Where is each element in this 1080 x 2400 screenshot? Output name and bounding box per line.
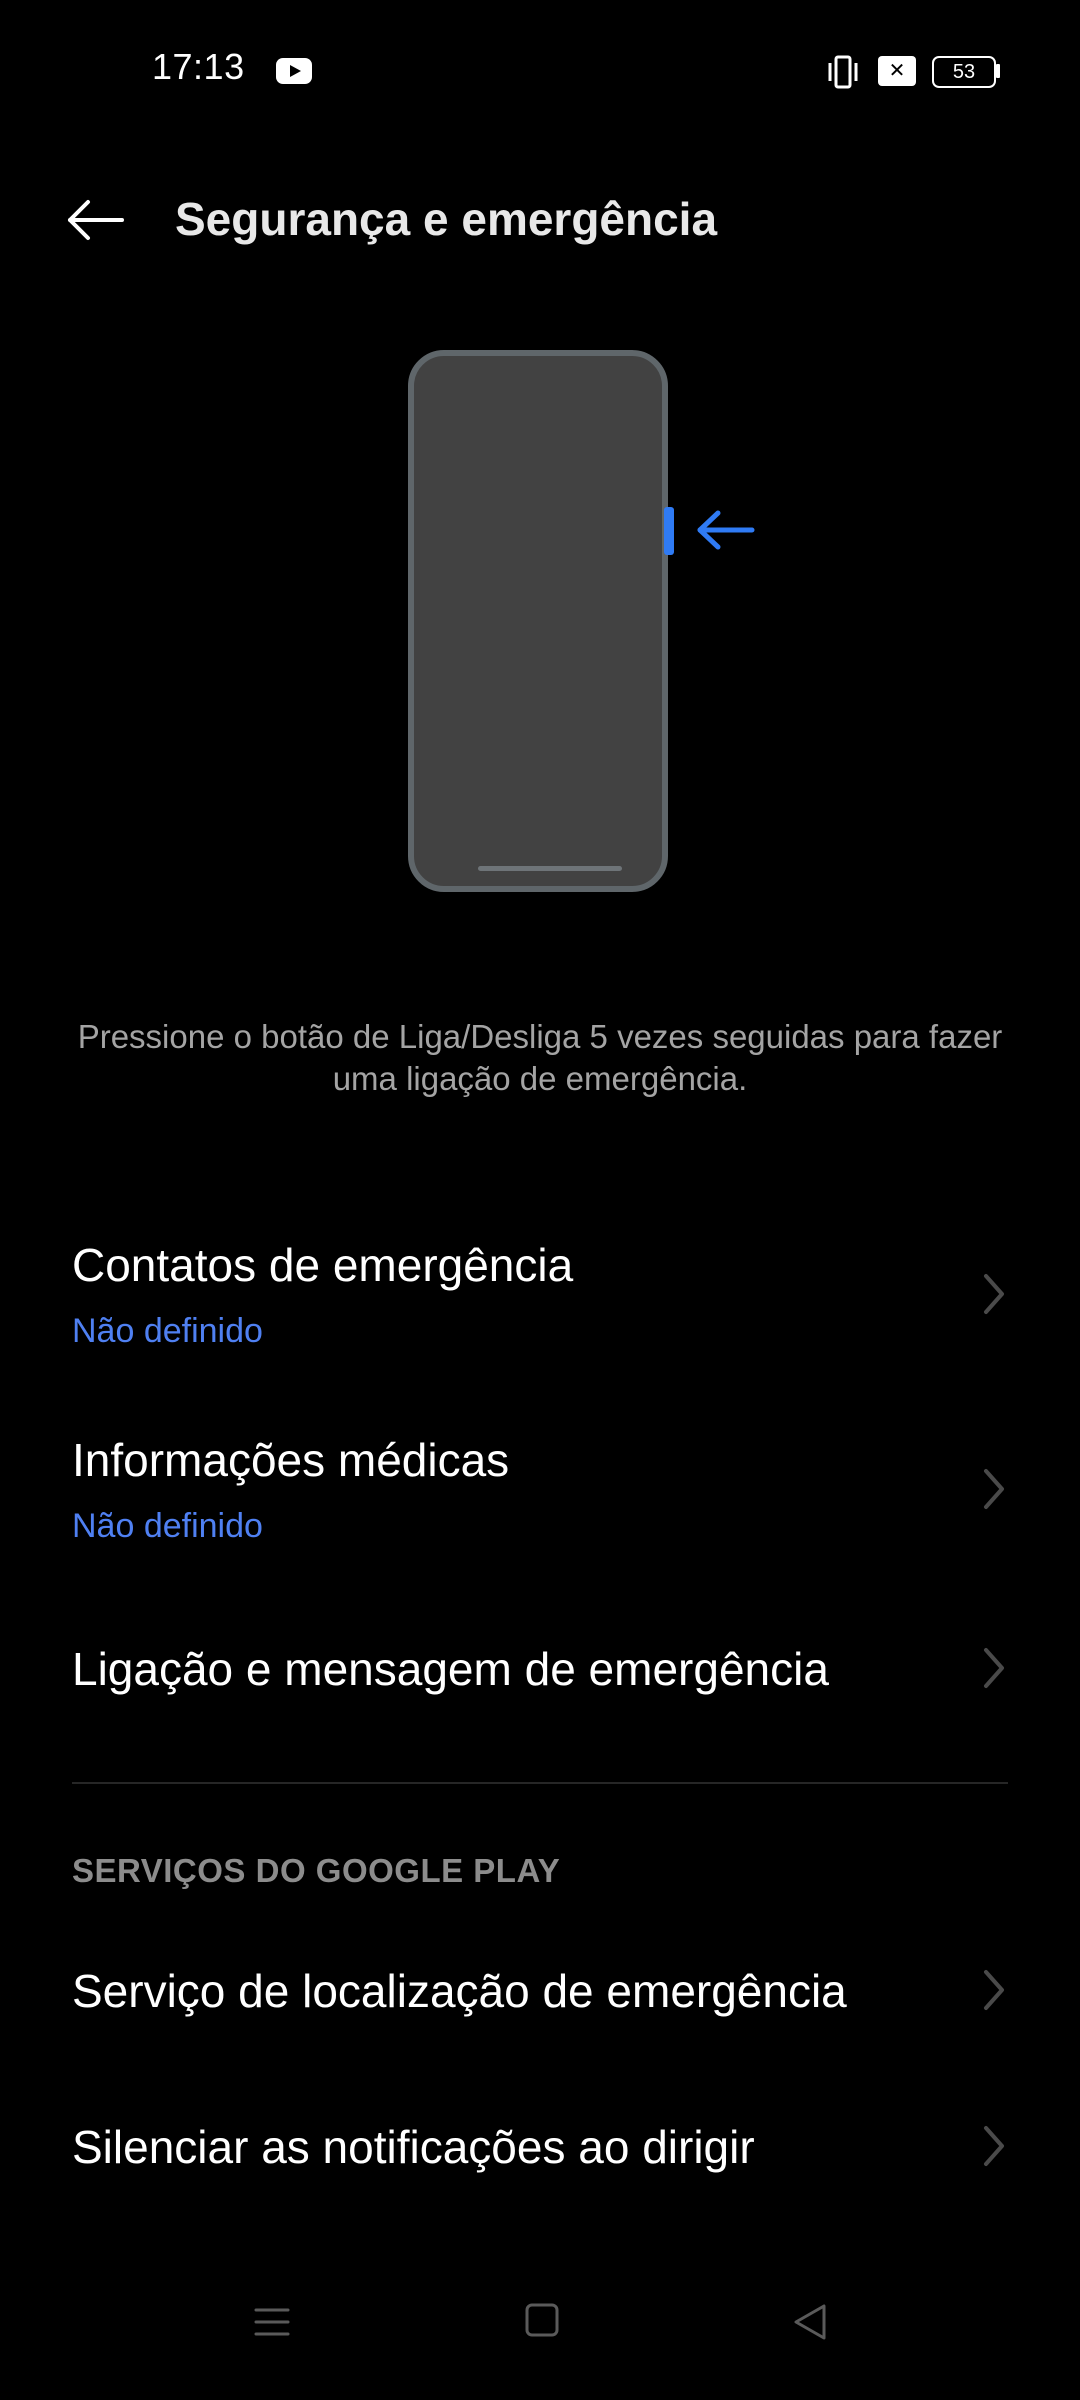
item-subtitle: Não definido [72,1312,263,1350]
item-title: Silenciar as notificações ao dirigir [72,2121,755,2173]
item-title: Serviço de localização de emergência [72,1965,847,2017]
chevron-right-icon [984,1648,1004,1688]
item-title: Contatos de emergência [72,1239,574,1291]
section-divider [72,1782,1008,1784]
navigation-bar [0,2280,1080,2390]
back-button[interactable] [56,180,136,260]
chevron-right-icon [984,1970,1004,2010]
status-bar: 17:13 53 [0,0,1080,140]
chevron-right-icon [984,2126,1004,2166]
item-title: Ligação e mensagem de emergência [72,1643,829,1695]
driving-notifications-item[interactable]: Silenciar as notificações ao dirigir [0,2098,1080,2198]
power-button-illustration [400,345,760,905]
chevron-right-icon [984,1274,1004,1314]
medical-info-item[interactable]: Informações médicas Não definido [0,1415,1080,1565]
phone-home-indicator [478,866,622,871]
emergency-contacts-item[interactable]: Contatos de emergência Não definido [0,1220,1080,1370]
description-text: Pressione o botão de Liga/Desliga 5 veze… [77,1018,1003,1097]
battery-icon: 53 [932,56,996,88]
emergency-call-message-item[interactable]: Ligação e mensagem de emergência [0,1620,1080,1720]
youtube-icon [276,58,312,84]
item-title: Informações médicas [72,1434,510,1486]
battery-tip [996,64,1000,78]
menu-icon[interactable] [252,2302,292,2342]
emergency-location-service-item[interactable]: Serviço de localização de emergência [0,1942,1080,2042]
chevron-right-icon [984,1469,1004,1509]
page-title: Segurança e emergência [175,193,718,245]
home-square-icon[interactable] [524,2302,560,2338]
battery-level: 53 [952,61,976,83]
phone-outline [408,350,668,892]
status-time: 17:13 [152,46,245,87]
item-subtitle: Não definido [72,1507,263,1545]
vibrate-icon [828,55,858,89]
back-triangle-icon[interactable] [790,2302,830,2342]
power-button-highlight [664,507,674,555]
arrow-left-pointer-icon [697,510,755,550]
section-header-google-play: SERVIÇOS DO GOOGLE PLAY [72,1852,561,1889]
screen: 17:13 53 Segurança e emergência Press [0,0,1080,2400]
arrow-left-icon [68,200,124,240]
no-sim-icon [878,56,916,86]
